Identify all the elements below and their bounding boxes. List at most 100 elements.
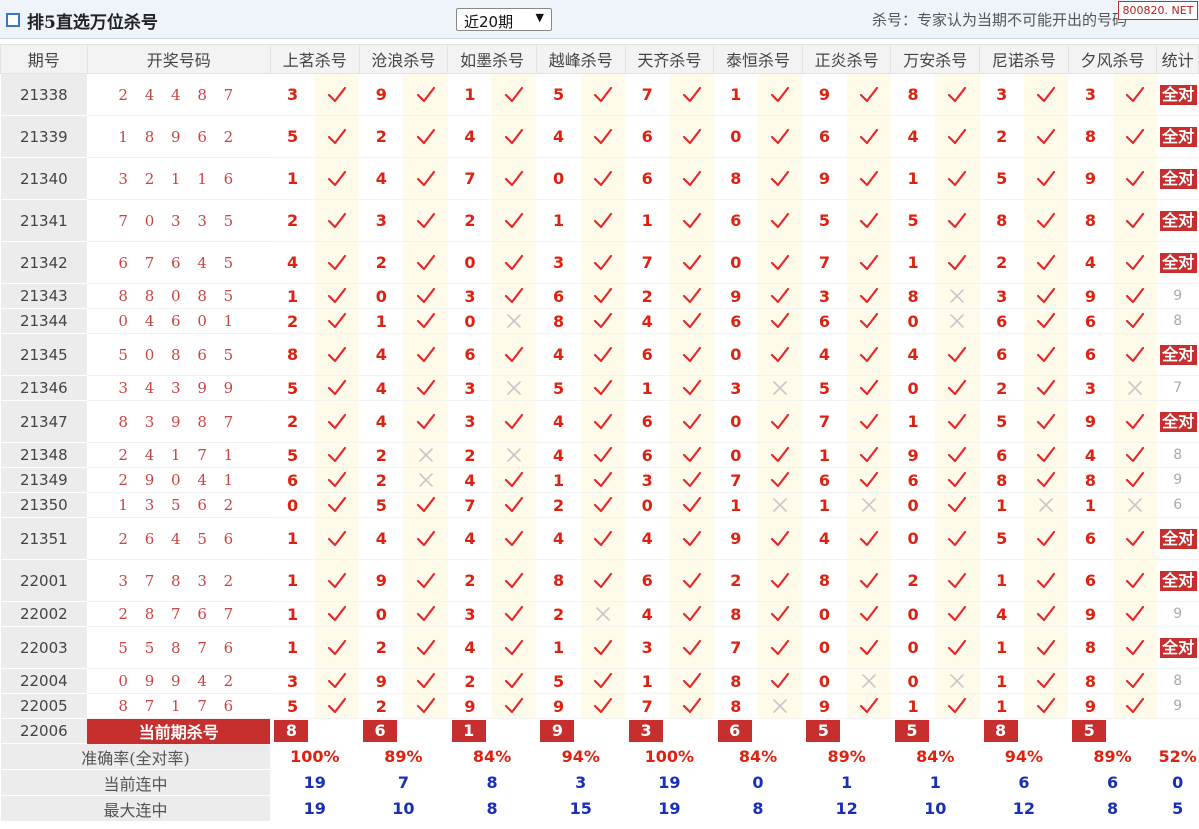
check-icon: [1036, 346, 1056, 362]
kill-number-cell: 4: [536, 333, 581, 376]
kill-number-cell: 1: [979, 626, 1024, 669]
result-mark-cell: [669, 283, 714, 309]
draw-number-cell: 8 3 9 8 7: [87, 400, 271, 443]
result-mark-cell: [1112, 199, 1157, 242]
period-cell: 21345: [0, 333, 88, 376]
kill-number-cell: 7: [447, 157, 493, 200]
check-icon: [948, 572, 967, 588]
summary-label: 当前连中: [0, 769, 271, 796]
result-mark-cell: [492, 400, 537, 443]
period-range-select[interactable]: 近20期 ▼: [456, 8, 552, 31]
result-mark-cell: [314, 199, 360, 242]
check-icon: [682, 697, 701, 714]
summary-value: 19: [270, 795, 360, 822]
kill-number-cell: 7: [625, 693, 670, 719]
check-icon: [859, 413, 878, 429]
table-row: 21338 2 4 4 8 7 3 9 1 5 7 1 9 8 3 3 全对: [0, 73, 1199, 116]
result-mark-cell: [757, 467, 803, 493]
draw-number-cell: 0 9 9 4 2: [87, 668, 271, 694]
draw-number-cell: 7 0 3 3 5: [87, 199, 271, 242]
result-mark-cell: [1023, 601, 1069, 627]
summary-total: 5: [1156, 795, 1199, 822]
check-icon: [682, 572, 701, 588]
draw-number-cell: 2 4 1 7 1: [87, 442, 271, 468]
kill-number-cell: 3: [625, 467, 670, 493]
column-header-total: 统计: [1156, 44, 1199, 74]
result-mark-cell: [757, 400, 803, 443]
check-icon: [948, 697, 967, 714]
kill-number-cell: 7: [802, 241, 847, 284]
result-mark-cell: [846, 157, 891, 200]
stat-cell: 9: [1156, 467, 1199, 493]
check-icon: [948, 496, 967, 513]
summary-value: 3: [536, 769, 626, 796]
kill-number-cell: 1: [270, 626, 315, 669]
summary-value: 8: [447, 769, 537, 796]
summary-value: 7: [359, 769, 448, 796]
result-mark-cell: [1023, 626, 1069, 669]
column-header-expert: 上茗杀号: [269, 44, 360, 74]
kill-number-cell: 0: [625, 492, 670, 518]
column-header-expert: 沧浪杀号: [358, 44, 449, 74]
result-mark-cell: [1112, 283, 1157, 309]
kill-number-cell: 2: [270, 308, 315, 334]
kill-number-cell: 6: [979, 308, 1024, 334]
period-cell: 21341: [0, 199, 88, 242]
check-icon: [416, 86, 435, 102]
check-icon: [416, 346, 435, 362]
table-row: 21345 5 0 8 6 5 8 4 6 4 6 0 4 4 6 6 全对: [0, 333, 1199, 376]
kill-number-cell: 8: [1068, 668, 1113, 694]
column-header-expert: 越峰杀号: [535, 44, 626, 74]
kill-number-cell: 6: [625, 559, 670, 602]
result-mark-cell: [492, 626, 537, 669]
result-mark-cell: [669, 73, 714, 116]
check-icon: [593, 530, 612, 546]
result-mark-cell: [935, 492, 980, 518]
result-mark-cell: [935, 333, 980, 376]
summary-value: 6: [1068, 769, 1157, 796]
check-icon: [327, 254, 347, 270]
period-cell: 21343: [0, 283, 88, 309]
result-mark-cell: [403, 668, 448, 694]
check-icon: [859, 254, 878, 270]
current-kill-cell: 3: [625, 719, 714, 744]
result-mark-cell: [580, 241, 626, 284]
cross-icon: [950, 289, 965, 303]
check-icon: [948, 446, 967, 463]
check-icon: [593, 639, 612, 655]
check-icon: [1125, 413, 1144, 429]
check-icon: [1125, 572, 1144, 588]
kill-number-cell: 2: [979, 241, 1024, 284]
result-mark-cell: [314, 375, 360, 401]
kill-number-cell: 8: [536, 559, 581, 602]
table-row: 21343 8 8 0 8 51 0 3 6 2 9 3 8 3 9 9: [0, 283, 1199, 309]
check-icon: [593, 672, 612, 689]
kill-number-cell: 7: [713, 626, 758, 669]
check-icon: [948, 346, 967, 362]
kill-number-cell: 9: [359, 668, 404, 694]
table-row: 21340 3 2 1 1 6 1 4 7 0 6 8 9 1 5 9 全对: [0, 157, 1199, 200]
result-mark-cell: [846, 626, 891, 669]
result-mark-cell: [403, 626, 448, 669]
check-icon: [1125, 697, 1144, 714]
result-mark-cell: [314, 626, 360, 669]
check-icon: [327, 697, 347, 714]
summary-value: 89%: [359, 743, 448, 770]
result-mark-cell: [580, 559, 626, 602]
result-mark-cell: [492, 517, 537, 560]
draw-number-cell: 0 4 6 0 1: [87, 308, 271, 334]
current-kill-number: 8: [274, 720, 309, 743]
check-icon: [327, 672, 347, 689]
current-kill-cell: 9: [536, 719, 625, 744]
result-mark-cell: [669, 693, 714, 719]
check-icon: [682, 170, 701, 186]
kill-number-cell: 4: [1068, 241, 1113, 284]
all-correct-badge: 全对: [1159, 637, 1197, 658]
check-icon: [771, 605, 790, 622]
kill-number-cell: 9: [447, 693, 493, 719]
result-mark-cell: [757, 693, 803, 719]
check-icon: [505, 672, 524, 689]
stat-cell: 全对: [1156, 115, 1199, 158]
site-badge[interactable]: 800820. NET: [1118, 1, 1198, 20]
kill-number-cell: 4: [447, 626, 493, 669]
